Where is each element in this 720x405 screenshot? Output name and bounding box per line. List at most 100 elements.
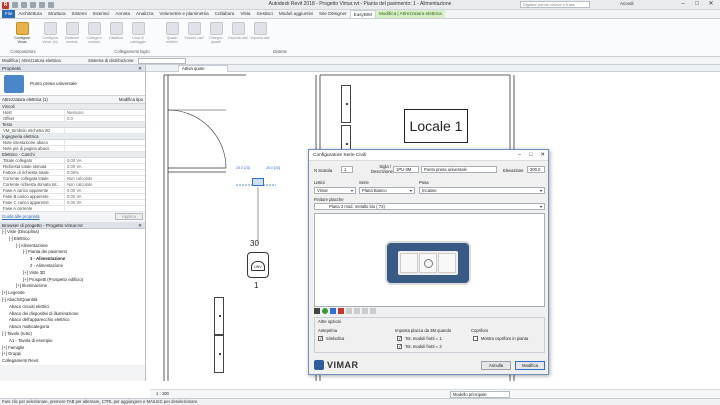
property-value[interactable]: Nessuno: [64, 110, 145, 115]
apply-button[interactable]: Applica: [114, 212, 143, 220]
edit-icon[interactable]: [362, 308, 368, 314]
type-selector[interactable]: Attrezzatura elettrica (1): [2, 97, 48, 102]
opt2-checkbox[interactable]: ✓: [397, 344, 402, 349]
property-value[interactable]: 0.00 VA: [64, 200, 145, 205]
ribbon-button-7[interactable]: Sezioni cavi: [184, 22, 204, 48]
cancel-button[interactable]: Annulla: [481, 361, 511, 370]
edit-type-button[interactable]: Modifica tipo: [119, 97, 143, 102]
property-value[interactable]: [64, 146, 145, 151]
move-down-icon[interactable]: [354, 308, 360, 314]
tree-item[interactable]: Abaco dei dispositivi di illuminazione: [2, 311, 145, 318]
close-icon[interactable]: ✕: [138, 65, 142, 72]
property-value[interactable]: 0.00 VA: [64, 188, 145, 193]
dimension-left[interactable]: 25.0 [25]: [236, 166, 250, 170]
composition-preview[interactable]: [314, 213, 545, 307]
tree-item[interactable]: Collegamenti Revit: [2, 358, 145, 365]
ribbon-button-9[interactable]: Esporta dati: [228, 22, 248, 48]
tab-vista[interactable]: Vista: [237, 10, 253, 18]
electrical-fixture[interactable]: [341, 85, 351, 123]
tree-item[interactable]: [-] Tavole (tutto): [2, 331, 145, 338]
tab-inserisci[interactable]: Inserisci: [90, 10, 113, 18]
add-icon[interactable]: [322, 308, 328, 314]
tree-item[interactable]: [+] Viste 3D: [2, 270, 145, 277]
serie-select[interactable]: Plana Bianco: [359, 187, 415, 194]
modifica-button[interactable]: Modifica: [515, 361, 545, 370]
tree-item[interactable]: Abaco multicategoria: [2, 324, 145, 331]
ribbon-button-10[interactable]: Importa dati: [250, 22, 270, 48]
property-value[interactable]: 0.0: [64, 116, 145, 121]
tab-collabora[interactable]: Collabora: [212, 10, 238, 18]
close-icon[interactable]: ✕: [704, 0, 718, 9]
property-value[interactable]: [64, 206, 145, 211]
maximize-icon[interactable]: □: [529, 150, 532, 161]
close-icon[interactable]: ✕: [138, 222, 142, 229]
opt1-checkbox[interactable]: ✓: [397, 336, 402, 341]
posa-select[interactable]: Incasso: [419, 187, 545, 194]
minimize-icon[interactable]: –: [676, 0, 690, 9]
tree-item[interactable]: [-] Abachi/Quantità: [2, 297, 145, 304]
properties-help-link[interactable]: Guida alle proprietà: [2, 214, 40, 219]
tree-item[interactable]: [+] Illuminazione: [2, 283, 145, 290]
tree-item[interactable]: 2 - Alimentazione: [2, 263, 145, 270]
tab-easybim[interactable]: EasyBIM: [349, 10, 377, 18]
tab-architettura[interactable]: Architettura: [15, 10, 45, 18]
ribbon-button-4[interactable]: Disattiva: [106, 22, 126, 48]
tree-item[interactable]: Abaco circuiti elettrici: [2, 304, 145, 311]
tree-item[interactable]: [-] Alimentazione: [2, 243, 145, 250]
maximize-icon[interactable]: □: [690, 0, 704, 9]
tree-item[interactable]: [-] Elettrico: [2, 236, 145, 243]
distribution-system-select[interactable]: [138, 58, 186, 64]
ribbon-button-3[interactable]: Collega a modulo: [84, 22, 104, 48]
sigla-field[interactable]: 1PU-3M: [393, 166, 419, 173]
ribbon-button-8[interactable]: Disegno quadri: [206, 22, 226, 48]
tab-struttura[interactable]: Struttura: [45, 10, 69, 18]
property-value[interactable]: 0.00 VA: [64, 194, 145, 199]
info-icon[interactable]: [370, 308, 376, 314]
tab-file[interactable]: File: [2, 10, 16, 18]
tree-item[interactable]: 1 - Alimentazione: [2, 256, 145, 263]
scale-select[interactable]: 1 : 100: [156, 390, 169, 398]
room-label[interactable]: Locale 1: [404, 109, 468, 143]
property-value[interactable]: [64, 140, 145, 145]
tree-item[interactable]: [-] Pianta dei pavimenti: [2, 249, 145, 256]
delete-icon[interactable]: [338, 308, 344, 314]
property-value[interactable]: [64, 128, 145, 133]
tab-site-designer[interactable]: Site Designer: [316, 10, 350, 18]
outlet-symbol[interactable]: UNV: [247, 252, 269, 278]
move-up-icon[interactable]: [346, 308, 352, 314]
ribbon-button-1[interactable]: Configura Vimar (in): [40, 22, 60, 48]
tab-sistemi[interactable]: Sistemi: [69, 10, 90, 18]
ribbon-button-0[interactable]: Configura Vimar: [12, 22, 32, 48]
type-preview[interactable]: Punto presa universale: [0, 72, 145, 96]
listini-select[interactable]: Vimar: [314, 187, 356, 194]
electrical-fixture[interactable]: [214, 335, 224, 373]
tab-annota[interactable]: Annota: [112, 10, 133, 18]
tab-moduli-aggiuntivi[interactable]: Moduli aggiuntivi: [276, 10, 316, 18]
copy-icon[interactable]: [330, 308, 336, 314]
property-value[interactable]: Non calcolato: [64, 176, 145, 181]
ribbon-button-6[interactable]: Quadri elettrici: [162, 22, 182, 48]
tab-analizza[interactable]: Analizza: [133, 10, 156, 18]
tree-item[interactable]: [+] Famiglie: [2, 345, 145, 352]
property-value[interactable]: 0.00 VA: [64, 164, 145, 169]
tree-item[interactable]: [-] Viste (Disciplina): [2, 229, 145, 236]
dimension-right[interactable]: 25.0 [25]: [266, 166, 280, 170]
property-value[interactable]: 0.00%: [64, 170, 145, 175]
property-value[interactable]: Non calcolato: [64, 182, 145, 187]
tree-item[interactable]: A1 - Tavola di esempio: [2, 338, 145, 345]
tree-item[interactable]: [+] Gruppi: [2, 351, 145, 358]
selected-outlet[interactable]: [252, 178, 264, 186]
account-link[interactable]: Accedi: [620, 1, 634, 6]
copriforo-checkbox[interactable]: [473, 336, 478, 341]
n-scatola-field[interactable]: 1: [341, 166, 353, 173]
property-value[interactable]: 0.00 VA: [64, 158, 145, 163]
elevazione-field[interactable]: 300.0: [527, 166, 545, 173]
ribbon-button-2[interactable]: Gestione modulo: [62, 22, 82, 48]
simbolica-checkbox[interactable]: ✓: [318, 336, 323, 341]
grid-icon[interactable]: [314, 308, 320, 314]
tree-item[interactable]: [+] Legende: [2, 290, 145, 297]
model-select[interactable]: Modello principale: [450, 391, 510, 398]
close-icon[interactable]: ✕: [540, 150, 545, 161]
tab-gestisci[interactable]: Gestisci: [253, 10, 275, 18]
tab-volumetrie-e-planimetria[interactable]: Volumetrie e planimetria: [156, 10, 211, 18]
